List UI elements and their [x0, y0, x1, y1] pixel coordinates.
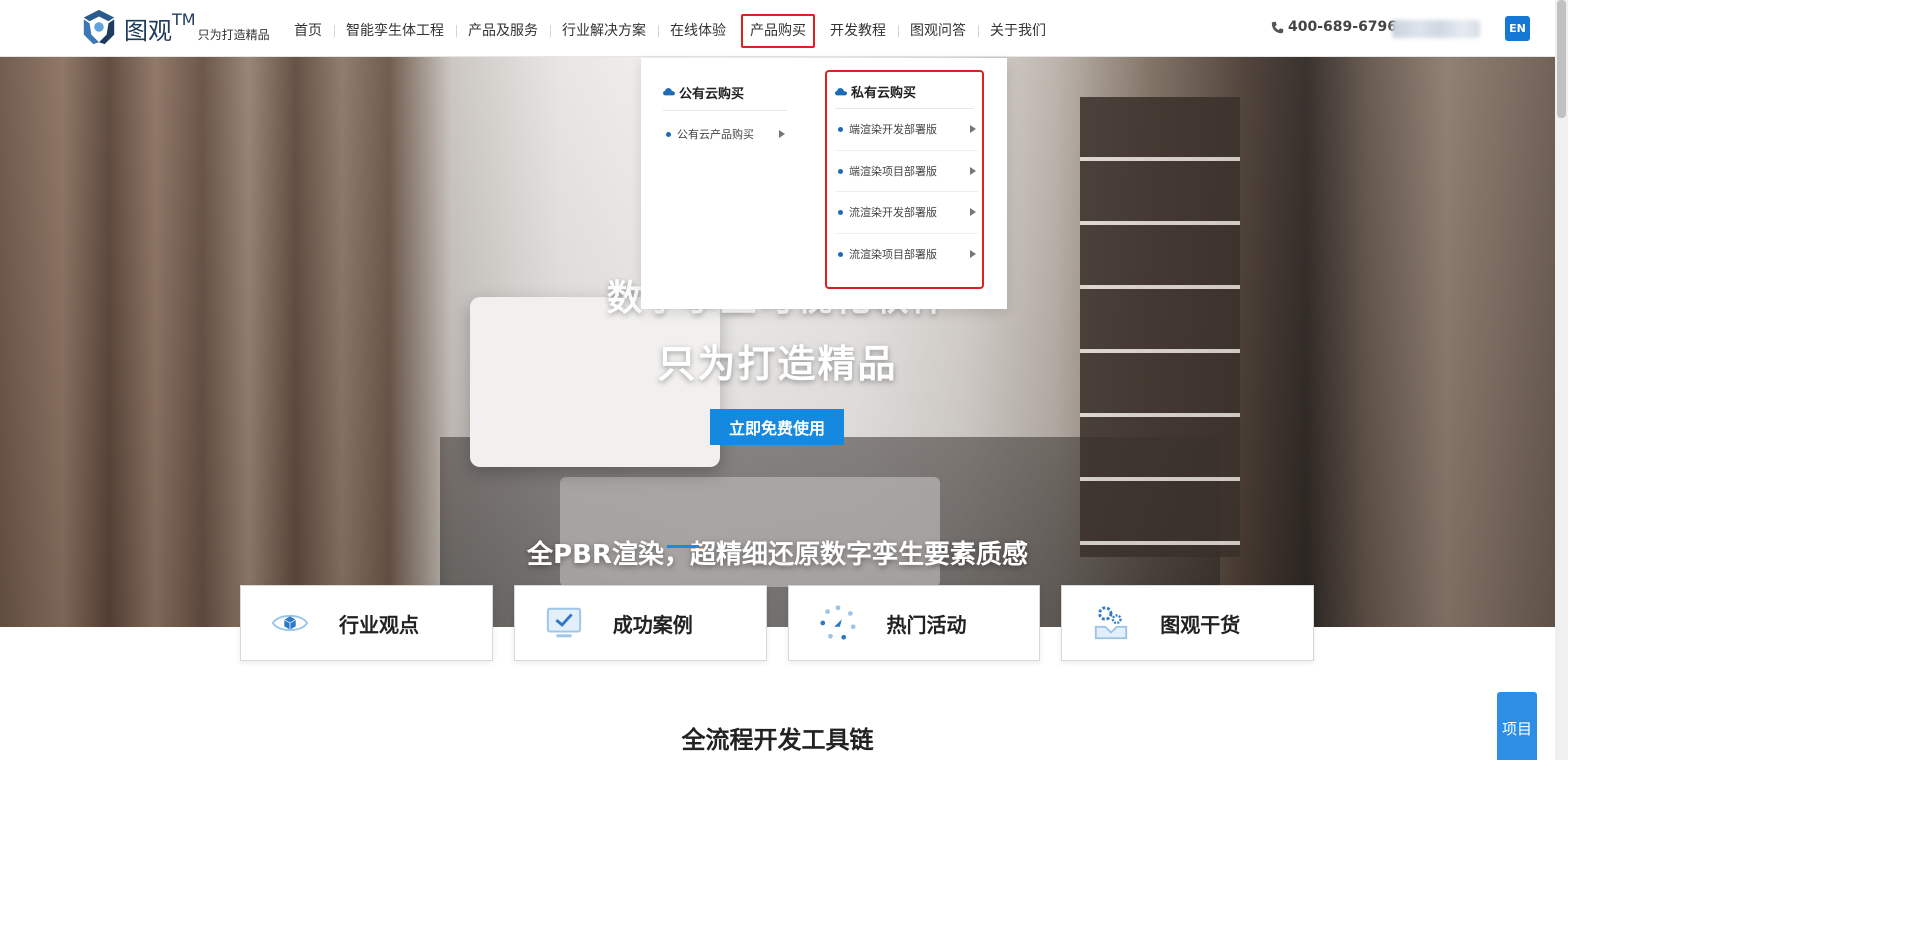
menu-item-label: 流渲染项目部署版 [849, 248, 937, 262]
eye-cube-icon [271, 614, 309, 632]
menu-item-client-render-project[interactable]: 端渲染项目部署版 [835, 151, 978, 192]
card-industry-views[interactable]: 行业观点 [240, 585, 493, 661]
logo-trademark: TM [172, 10, 196, 29]
hero-shelf-decor [1080, 97, 1240, 557]
menu-item-public-cloud-purchase[interactable]: 公有云产品购买 [663, 114, 787, 154]
main-nav: 首页 智能孪生体工程 产品及服务 行业解决方案 在线体验 产品购买 开发教程 图… [282, 14, 1058, 48]
dots-ring-icon [819, 605, 856, 640]
public-cloud-heading: 公有云购买 [663, 74, 787, 111]
scrollbar-thumb[interactable] [1557, 0, 1566, 118]
project-side-button[interactable]: 项目 [1497, 692, 1537, 760]
nav-twin-engineering[interactable]: 智能孪生体工程 [334, 14, 456, 48]
public-cloud-title: 公有云购买 [679, 86, 745, 102]
private-cloud-column: 私有云购买 端渲染开发部署版 端渲染项目部署版 流渲染开发部署版 流渲染项目部署… [825, 70, 984, 289]
hero-subtitle: 全PBR渲染，超精细还原数字孪生要素质感 [527, 540, 1028, 570]
caret-right-icon [779, 130, 785, 138]
bullet-icon [838, 210, 843, 216]
top-header: 图观 TM 只为打造精品 首页 智能孪生体工程 产品及服务 行业解决方案 在线体… [0, 0, 1555, 57]
site-logo[interactable]: 图观 TM 只为打造精品 [80, 8, 270, 46]
menu-item-stream-render-project[interactable]: 流渲染项目部署版 [835, 234, 978, 276]
free-trial-button[interactable]: 立即免费使用 [710, 409, 844, 445]
cloud-icon [835, 87, 847, 95]
caret-right-icon [970, 250, 976, 259]
blurred-user-info[interactable] [1392, 20, 1480, 38]
card-label: 成功案例 [612, 612, 693, 637]
card-label: 行业观点 [339, 612, 419, 637]
menu-item-stream-render-dev[interactable]: 流渲染开发部署版 [835, 192, 978, 234]
nav-about-us[interactable]: 关于我们 [978, 14, 1058, 48]
bullet-icon [838, 168, 843, 174]
nav-products-services[interactable]: 产品及服务 [456, 14, 550, 48]
nav-qa[interactable]: 图观问答 [898, 14, 978, 48]
caret-right-icon [970, 125, 976, 134]
bullet-icon [838, 127, 843, 133]
card-label: 图观干货 [1160, 612, 1241, 637]
logo-name: 图观 [124, 17, 172, 45]
menu-item-label: 流渲染开发部署版 [849, 206, 937, 220]
hero-title-line2: 只为打造精品 [657, 342, 898, 386]
private-cloud-heading: 私有云购买 [835, 72, 974, 109]
bullet-icon [838, 252, 843, 258]
bullet-icon [666, 132, 671, 137]
logo-slogan: 只为打造精品 [197, 28, 270, 42]
page-scrollbar[interactable] [1555, 0, 1568, 760]
private-cloud-title: 私有云购买 [851, 86, 917, 101]
card-success-cases[interactable]: 成功案例 [513, 585, 767, 661]
contact-phone: 400-689-6796 [1271, 19, 1397, 35]
menu-item-label: 端渲染开发部署版 [849, 123, 937, 137]
card-label: 热门活动 [886, 612, 967, 637]
nav-home[interactable]: 首页 [282, 14, 334, 48]
feature-cards: 行业观点 成功案例 热门活动 图观干货 [240, 585, 1314, 661]
language-toggle-button[interactable]: EN [1505, 16, 1530, 41]
nav-product-purchase[interactable]: 产品购买 [741, 14, 815, 48]
nav-dev-tutorials[interactable]: 开发教程 [818, 14, 898, 48]
phone-icon [1271, 21, 1284, 33]
card-tuguan-resources[interactable]: 图观干货 [1061, 585, 1314, 661]
logo-icon [83, 9, 115, 45]
menu-item-label: 公有云产品购买 [677, 128, 754, 141]
card-hot-events[interactable]: 热门活动 [787, 585, 1041, 661]
purchase-dropdown-menu: 公有云购买 公有云产品购买 私有云购买 端渲染开发部署版 端渲染项目部署版 流渲… [641, 58, 1007, 309]
cloud-icon [663, 88, 675, 96]
public-cloud-column: 公有云购买 公有云产品购买 [663, 58, 787, 154]
menu-item-label: 端渲染项目部署版 [849, 164, 937, 178]
gears-tray-icon [1095, 606, 1128, 640]
nav-industry-solutions[interactable]: 行业解决方案 [550, 14, 658, 48]
caret-right-icon [970, 208, 976, 217]
section-title: 全流程开发工具链 [681, 726, 874, 754]
phone-number: 400-689-6796 [1288, 19, 1398, 35]
caret-right-icon [970, 166, 976, 175]
monitor-check-icon [546, 607, 581, 638]
carousel-indicator[interactable] [667, 545, 699, 548]
menu-item-client-render-dev[interactable]: 端渲染开发部署版 [835, 109, 978, 151]
nav-online-demo[interactable]: 在线体验 [658, 14, 738, 48]
